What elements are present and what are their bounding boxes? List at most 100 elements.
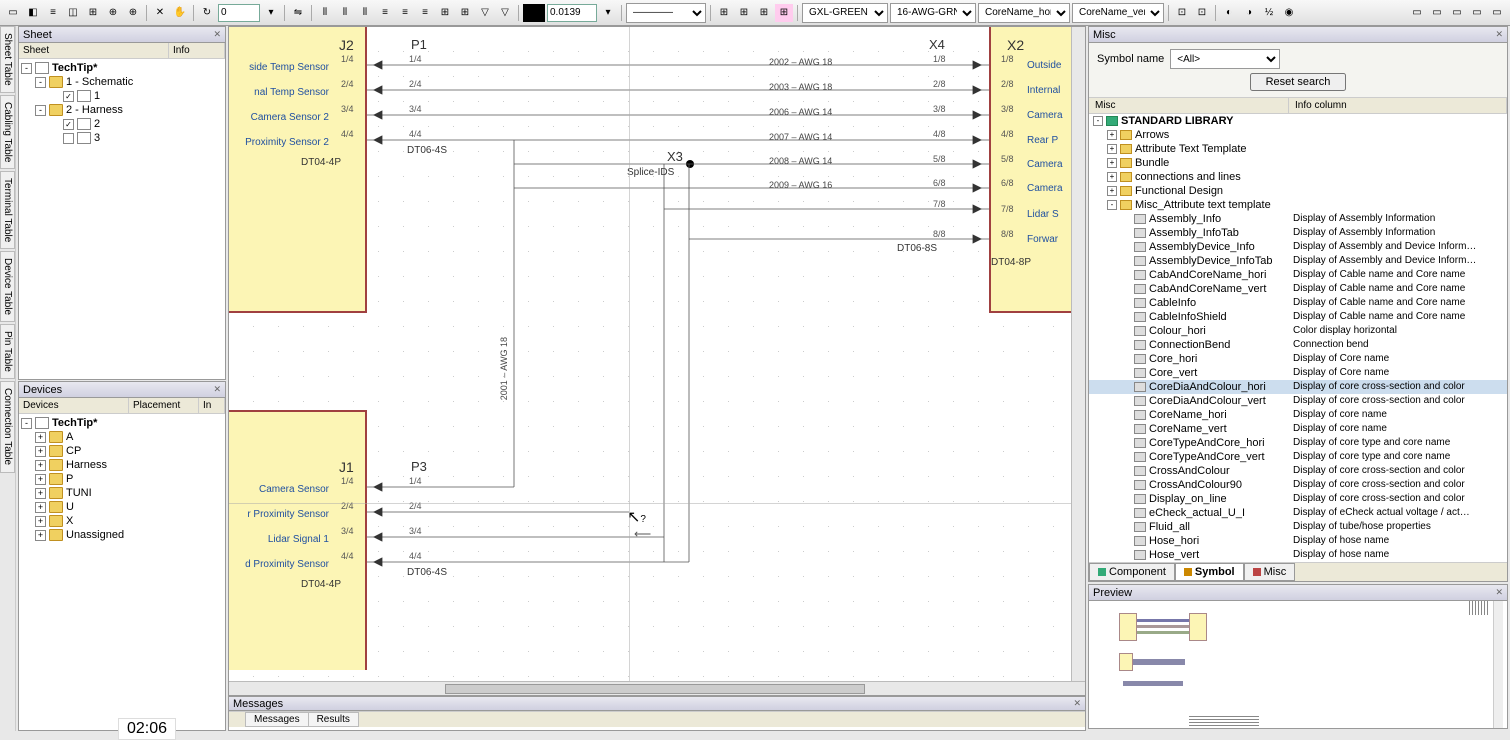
tree-item[interactable]: +U: [35, 500, 223, 514]
rail-tab[interactable]: Pin Table: [0, 324, 15, 379]
expand-icon[interactable]: -: [1093, 116, 1103, 126]
tree-item[interactable]: +A: [35, 430, 223, 444]
misc-row[interactable]: CrossAndColour90Display of core cross-se…: [1089, 478, 1507, 492]
preview-body[interactable]: [1089, 601, 1507, 728]
align-icon[interactable]: ≡: [376, 4, 394, 22]
expand-icon[interactable]: -: [21, 418, 32, 429]
misc-row[interactable]: +connections and lines: [1089, 170, 1507, 184]
tab-symbol[interactable]: Symbol: [1175, 563, 1244, 581]
expand-icon[interactable]: +: [1107, 158, 1117, 168]
rail-tab[interactable]: Terminal Table: [0, 171, 15, 249]
toolbar-icon[interactable]: ⊞: [735, 4, 753, 22]
misc-row[interactable]: CoreTypeAndCore_horiDisplay of core type…: [1089, 436, 1507, 450]
expand-icon[interactable]: +: [35, 460, 46, 471]
expand-icon[interactable]: -: [35, 105, 46, 116]
misc-row[interactable]: Hose_horiDisplay of hose name: [1089, 534, 1507, 548]
toolbar-icon[interactable]: ⊡: [1173, 4, 1191, 22]
filter-icon[interactable]: ▽: [476, 4, 494, 22]
toolbar-icon[interactable]: ◑: [1240, 4, 1258, 22]
toolbar-icon[interactable]: ▭: [1448, 4, 1466, 22]
toolbar-icon-active[interactable]: ⊞: [775, 4, 793, 22]
rail-tab[interactable]: Connection Table: [0, 381, 15, 472]
misc-list[interactable]: -STANDARD LIBRARY+Arrows+Attribute Text …: [1089, 114, 1507, 562]
checkbox[interactable]: ✓: [63, 91, 74, 102]
rail-tab[interactable]: Cabling Table: [0, 95, 15, 169]
toolbar-icon[interactable]: ⊞: [755, 4, 773, 22]
expand-icon[interactable]: -: [1107, 200, 1117, 210]
toolbar-icon[interactable]: ⊡: [1193, 4, 1211, 22]
expand-icon[interactable]: +: [1107, 130, 1117, 140]
misc-row[interactable]: Display_on_lineDisplay of core cross-sec…: [1089, 492, 1507, 506]
close-icon[interactable]: ✕: [1073, 698, 1081, 709]
horizontal-scrollbar[interactable]: [229, 681, 1085, 695]
rail-tab[interactable]: Sheet Table: [0, 26, 15, 93]
col-header[interactable]: Placement: [129, 398, 199, 413]
tree-item[interactable]: +Harness: [35, 458, 223, 472]
toolbar-icon[interactable]: ⊞: [84, 4, 102, 22]
misc-row[interactable]: +Arrows: [1089, 128, 1507, 142]
tree-item[interactable]: ✓1: [49, 89, 223, 103]
zoom-input[interactable]: [547, 4, 597, 22]
misc-row[interactable]: +Bundle: [1089, 156, 1507, 170]
misc-row[interactable]: AssemblyDevice_InfoDisplay of Assembly a…: [1089, 240, 1507, 254]
misc-row[interactable]: CoreTypeAndCore_vertDisplay of core type…: [1089, 450, 1507, 464]
misc-row[interactable]: CabAndCoreName_horiDisplay of Cable name…: [1089, 268, 1507, 282]
tab-results[interactable]: Results: [308, 712, 359, 727]
mirror-icon[interactable]: ⇋: [289, 4, 307, 22]
tab-misc[interactable]: Misc: [1244, 563, 1296, 581]
misc-row[interactable]: CabAndCoreName_vertDisplay of Cable name…: [1089, 282, 1507, 296]
close-icon[interactable]: ✕: [1495, 29, 1503, 40]
misc-row[interactable]: CoreDiaAndColour_vertDisplay of core cro…: [1089, 394, 1507, 408]
col-header[interactable]: In: [199, 398, 225, 413]
rail-tab[interactable]: Device Table: [0, 251, 15, 322]
close-icon[interactable]: ✕: [213, 29, 221, 40]
misc-row[interactable]: +Attribute Text Template: [1089, 142, 1507, 156]
tree-item[interactable]: +Unassigned: [35, 528, 223, 542]
misc-row[interactable]: CoreName_vertDisplay of core name: [1089, 422, 1507, 436]
align-icon[interactable]: ⫴: [316, 4, 334, 22]
toolbar-icon[interactable]: ≡: [44, 4, 62, 22]
toolbar-icon[interactable]: ◧: [24, 4, 42, 22]
misc-row[interactable]: +Functional Design: [1089, 184, 1507, 198]
close-icon[interactable]: ✕: [213, 384, 221, 395]
dropdown-icon[interactable]: ▾: [262, 4, 280, 22]
misc-row[interactable]: CrossAndColourDisplay of core cross-sect…: [1089, 464, 1507, 478]
toolbar-icon[interactable]: ▭: [1428, 4, 1446, 22]
misc-row[interactable]: CoreName_horiDisplay of core name: [1089, 408, 1507, 422]
vertical-scrollbar[interactable]: [1071, 27, 1085, 681]
tree-item[interactable]: -1 - Schematic: [35, 75, 223, 89]
tree-item[interactable]: -TechTip*: [21, 61, 223, 75]
schematic-canvas[interactable]: J2 side Temp Sensor nal Temp Sensor Came…: [228, 26, 1086, 696]
tab-messages[interactable]: Messages: [245, 712, 309, 727]
filter-icon[interactable]: ▽: [496, 4, 514, 22]
toolbar-icon[interactable]: ◉: [1280, 4, 1298, 22]
misc-row[interactable]: Assembly_InfoDisplay of Assembly Informa…: [1089, 212, 1507, 226]
distribute-icon[interactable]: ⊞: [456, 4, 474, 22]
misc-row[interactable]: -Misc_Attribute text template: [1089, 198, 1507, 212]
tree-item[interactable]: -2 - Harness: [35, 103, 223, 117]
col-header[interactable]: Sheet: [19, 43, 169, 58]
col-header[interactable]: Info column: [1289, 98, 1507, 113]
align-icon[interactable]: ⫴: [356, 4, 374, 22]
toolbar-icon[interactable]: ⊕: [124, 4, 142, 22]
wiretype-combo[interactable]: GXL-GREEN: [802, 3, 888, 23]
toolbar-icon[interactable]: ◫: [64, 4, 82, 22]
preview-scrollbar[interactable]: [1493, 601, 1503, 728]
col-header[interactable]: Devices: [19, 398, 129, 413]
tree-item[interactable]: -TechTip*: [21, 416, 223, 430]
align-icon[interactable]: ⫴: [336, 4, 354, 22]
expand-icon[interactable]: +: [35, 432, 46, 443]
attr-v-combo[interactable]: CoreName_vert: [1072, 3, 1164, 23]
misc-row[interactable]: eCheck_actual_U_IDisplay of eCheck actua…: [1089, 506, 1507, 520]
misc-row[interactable]: ConnectionBendConnection bend: [1089, 338, 1507, 352]
expand-icon[interactable]: +: [1107, 144, 1117, 154]
checkbox[interactable]: ✓: [63, 119, 74, 130]
expand-icon[interactable]: +: [1107, 186, 1117, 196]
expand-icon[interactable]: +: [35, 488, 46, 499]
misc-row[interactable]: AssemblyDevice_InfoTabDisplay of Assembl…: [1089, 254, 1507, 268]
align-icon[interactable]: ≡: [416, 4, 434, 22]
misc-row[interactable]: Assembly_InfoTabDisplay of Assembly Info…: [1089, 226, 1507, 240]
misc-row[interactable]: Core_horiDisplay of Core name: [1089, 352, 1507, 366]
toolbar-icon[interactable]: ▭: [1408, 4, 1426, 22]
toolbar-icon[interactable]: ▭: [4, 4, 22, 22]
